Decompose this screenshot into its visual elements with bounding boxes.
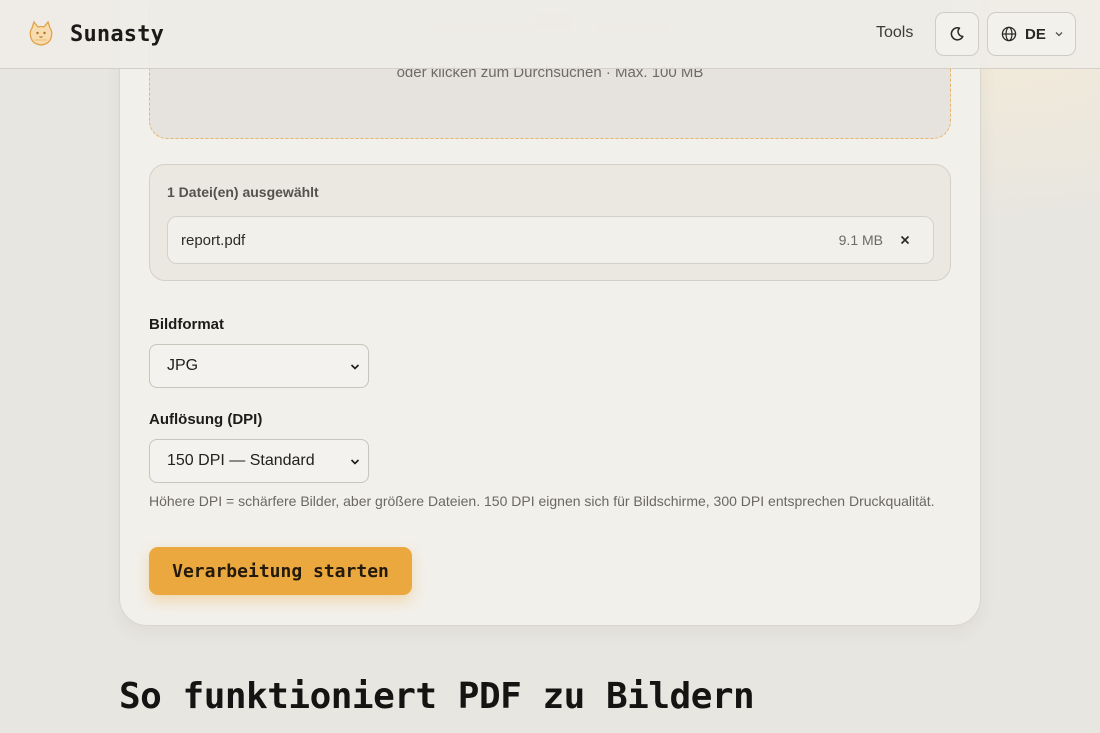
cat-logo-icon (29, 20, 53, 46)
globe-icon (1001, 26, 1017, 42)
chevron-down-icon (1055, 32, 1063, 37)
close-icon (900, 235, 910, 245)
top-header: Sunasty Tools DE (0, 0, 1100, 69)
section-title: So funktioniert PDF zu Bildern (119, 676, 755, 717)
start-processing-label: Verarbeitung starten (172, 560, 389, 582)
dpi-select[interactable]: 150 DPI — Standard (149, 439, 369, 483)
remove-file-button[interactable] (895, 230, 915, 250)
format-label: Bildformat (149, 316, 224, 333)
dpi-help-text: Höhere DPI = schärfere Bilder, aber größ… (149, 493, 935, 509)
dpi-select-value: 150 DPI — Standard (167, 452, 315, 469)
start-processing-button[interactable]: Verarbeitung starten (149, 547, 412, 595)
format-select-value: JPG (167, 357, 199, 374)
file-item: report.pdf 9.1 MB (167, 216, 934, 264)
format-select[interactable]: JPG (149, 344, 369, 388)
moon-icon (950, 27, 964, 41)
file-name: report.pdf (181, 232, 246, 249)
files-count-label: 1 Datei(en) ausgewählt (167, 184, 319, 200)
brand-name: Sunasty (70, 21, 165, 47)
language-label: DE (1025, 25, 1046, 43)
selected-files-panel: 1 Datei(en) ausgewählt report.pdf 9.1 MB (149, 164, 951, 281)
theme-toggle-button[interactable] (935, 12, 979, 56)
chevron-down-icon (350, 459, 360, 465)
nav-tools-link[interactable]: Tools (876, 24, 913, 42)
dpi-label: Auflösung (DPI) (149, 411, 263, 428)
brand-link[interactable]: Sunasty (26, 17, 164, 51)
language-selector[interactable]: DE (987, 12, 1076, 56)
chevron-down-icon (350, 364, 360, 370)
file-size: 9.1 MB (838, 232, 883, 248)
